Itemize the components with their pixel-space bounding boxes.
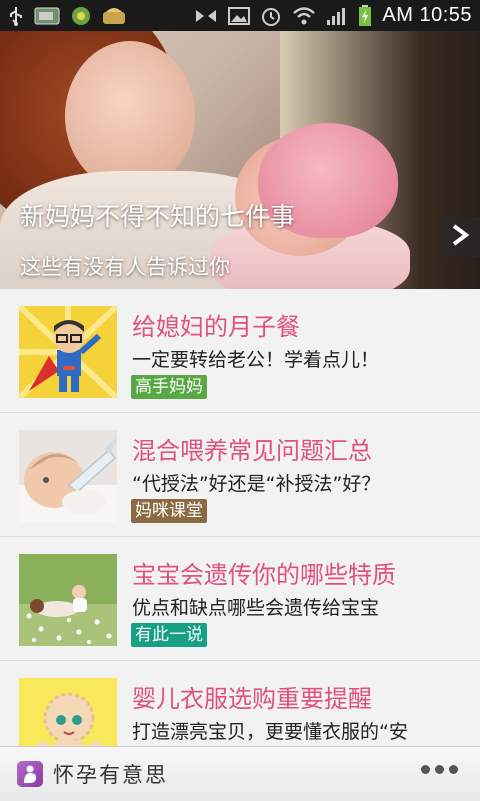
more-dots-icon[interactable] — [421, 765, 458, 774]
sd-card-icon — [34, 5, 60, 27]
article-tag: 妈咪课堂 — [131, 499, 207, 523]
bottom-bar: 怀孕有意思 — [0, 746, 480, 801]
featured-banner[interactable]: 新妈妈不得不知的七件事 这些有没有人告诉过你 — [0, 31, 480, 289]
chevron-right-icon — [450, 223, 470, 251]
banner-subtitle: 这些有没有人告诉过你 — [20, 255, 230, 279]
app-notify-icon — [70, 5, 92, 27]
article-item[interactable]: 给媳妇的月子餐 一定要转给老公！学着点儿！ 高手妈妈 — [0, 289, 480, 413]
battery-charging-icon — [358, 4, 372, 27]
alarm-icon — [260, 5, 282, 27]
banner-title: 新妈妈不得不知的七件事 — [20, 202, 296, 231]
wifi-icon — [292, 5, 316, 27]
app-notify-icon-2 — [102, 5, 126, 27]
status-bar-right: AM 10:55 — [186, 4, 480, 27]
article-thumbnail — [19, 430, 117, 522]
article-title: 混合喂养常见问题汇总 — [132, 437, 372, 465]
usb-icon — [8, 5, 24, 27]
signal-icon — [326, 5, 348, 27]
article-description: 打造漂亮宝贝，更要懂衣服的“安 — [132, 721, 408, 743]
article-tag: 高手妈妈 — [131, 375, 207, 399]
flip-icon — [194, 5, 218, 27]
banner-photo-mother — [65, 41, 195, 191]
app-name: 怀孕有意思 — [53, 763, 168, 787]
article-title: 给媳妇的月子餐 — [132, 313, 300, 341]
article-description: 优点和缺点哪些会遗传给宝宝 — [132, 597, 380, 619]
app-logo-icon[interactable] — [17, 761, 43, 787]
status-bar: AM 10:55 — [0, 0, 480, 31]
banner-next-button[interactable] — [440, 217, 480, 257]
article-description: “代授法”好还是“补授法”好？ — [132, 473, 381, 495]
article-title: 宝宝会遗传你的哪些特质 — [132, 561, 396, 589]
article-description: 一定要转给老公！学着点儿！ — [132, 349, 380, 371]
status-bar-left — [0, 5, 134, 27]
article-tag: 有此一说 — [131, 623, 207, 647]
article-item[interactable]: 混合喂养常见问题汇总 “代授法”好还是“补授法”好？ 妈咪课堂 — [0, 413, 480, 537]
article-item[interactable]: 宝宝会遗传你的哪些特质 优点和缺点哪些会遗传给宝宝 有此一说 — [0, 537, 480, 661]
article-thumbnail — [19, 554, 117, 646]
article-thumbnail — [19, 306, 117, 398]
status-time: AM 10:55 — [382, 4, 472, 26]
image-icon — [228, 5, 251, 27]
article-title: 婴儿衣服选购重要提醒 — [132, 685, 372, 713]
article-list: 给媳妇的月子餐 一定要转给老公！学着点儿！ 高手妈妈 混合喂养常见问题汇总 “代… — [0, 289, 480, 785]
